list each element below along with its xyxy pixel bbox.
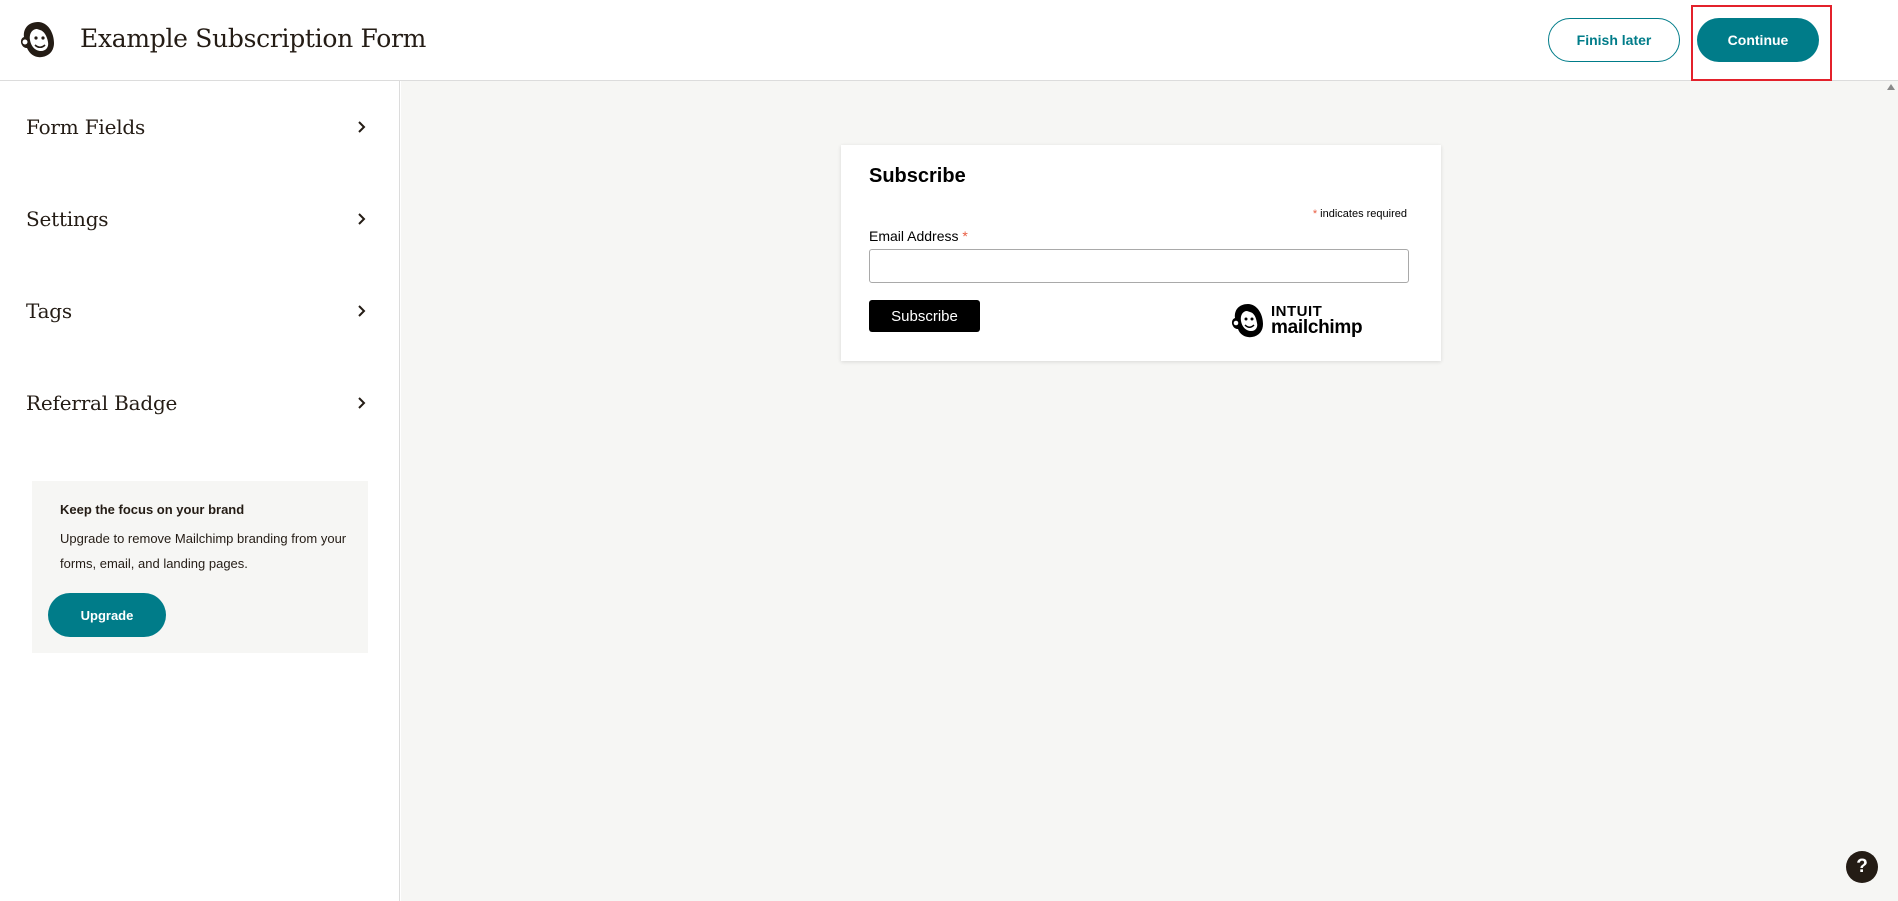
- sidebar-item-label: Referral Badge: [26, 391, 178, 415]
- form-preview-canvas: Subscribe * indicates required Email Add…: [401, 81, 1898, 901]
- sidebar-item-label: Tags: [26, 299, 72, 323]
- subscribe-button[interactable]: Subscribe: [869, 300, 980, 332]
- sidebar-item-tags[interactable]: Tags: [0, 265, 399, 357]
- subscribe-form-card: Subscribe * indicates required Email Add…: [841, 145, 1441, 361]
- chevron-right-icon: [358, 397, 366, 409]
- sidebar: Form Fields Settings Tags Referral Badge…: [0, 81, 400, 901]
- scroll-up-arrow-icon[interactable]: [1887, 84, 1895, 90]
- page-title: Example Subscription Form: [80, 24, 427, 53]
- continue-button[interactable]: Continue: [1697, 18, 1819, 62]
- sidebar-item-form-fields[interactable]: Form Fields: [0, 81, 399, 173]
- chevron-right-icon: [358, 305, 366, 317]
- mailchimp-freddie-icon[interactable]: [18, 19, 58, 61]
- promo-text: Upgrade to remove Mailchimp branding fro…: [60, 531, 347, 571]
- chevron-right-icon: [358, 213, 366, 225]
- email-required-star: *: [962, 228, 968, 244]
- upgrade-button[interactable]: Upgrade: [48, 593, 166, 637]
- email-label: Email Address *: [869, 228, 968, 244]
- required-note: * indicates required: [1313, 208, 1407, 220]
- form-title: Subscribe: [869, 165, 966, 187]
- intuit-mailchimp-badge[interactable]: INTUIT mailchimp: [1229, 301, 1369, 341]
- sidebar-item-label: Settings: [26, 207, 109, 231]
- chevron-right-icon: [358, 121, 366, 133]
- mailchimp-freddie-icon: [1231, 304, 1263, 338]
- upgrade-promo-card: Keep the focus on your brand Upgrade to …: [32, 481, 368, 653]
- email-input[interactable]: [869, 249, 1409, 283]
- email-label-text: Email Address: [869, 228, 963, 244]
- sidebar-item-label: Form Fields: [26, 115, 146, 139]
- promo-title: Keep the focus on your brand: [60, 502, 245, 517]
- top-header: Example Subscription Form Finish later C…: [0, 0, 1898, 81]
- finish-later-button[interactable]: Finish later: [1548, 18, 1680, 62]
- help-button[interactable]: ?: [1846, 851, 1878, 883]
- sidebar-item-referral-badge[interactable]: Referral Badge: [0, 357, 399, 449]
- sidebar-item-settings[interactable]: Settings: [0, 173, 399, 265]
- brand-mailchimp-text: mailchimp: [1271, 317, 1363, 338]
- required-note-text: indicates required: [1317, 208, 1407, 220]
